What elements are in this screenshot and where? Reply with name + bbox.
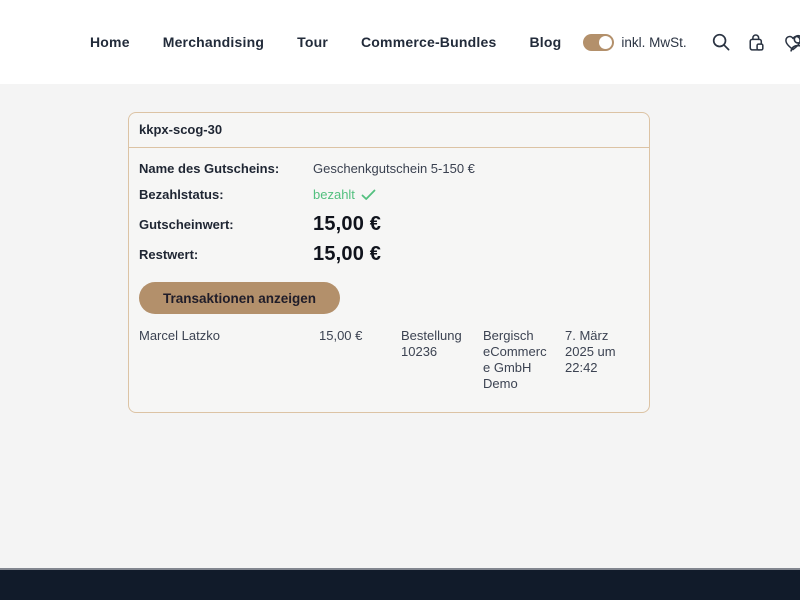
nav-item-blog[interactable]: Blog	[529, 34, 561, 50]
page-footer	[0, 568, 800, 600]
transaction-date: 7. März 2025 um 22:42	[565, 328, 639, 392]
field-value-name: Geschenkgutschein 5-150 €	[313, 161, 475, 176]
show-transactions-button[interactable]: Transaktionen anzeigen	[139, 282, 340, 314]
voucher-value: 15,00 €	[313, 213, 381, 236]
transaction-order: Bestellung 10236	[401, 328, 483, 392]
search-icon[interactable]	[711, 32, 731, 52]
field-row-name: Name des Gutscheins: Geschenkgutschein 5…	[139, 161, 639, 176]
header-actions: inkl. MwSt. P 1660	[583, 30, 800, 55]
shopping-bag-icon[interactable]	[747, 32, 767, 52]
nav-item-tour[interactable]: Tour	[297, 34, 328, 50]
vat-toggle[interactable]	[583, 34, 614, 51]
main-nav: Home Merchandising Tour Commerce-Bundles…	[90, 34, 561, 50]
nav-item-commerce-bundles[interactable]: Commerce-Bundles	[361, 34, 496, 50]
vat-toggle-label: inkl. MwSt.	[621, 35, 686, 50]
field-row-voucher-value: Gutscheinwert: 15,00 €	[139, 213, 639, 236]
check-icon	[361, 189, 376, 201]
field-label-remaining-value: Restwert:	[139, 247, 313, 262]
top-navigation-bar: Home Merchandising Tour Commerce-Bundles…	[0, 0, 800, 84]
payment-status-badge: bezahlt	[313, 187, 376, 202]
field-label-payment-status: Bezahlstatus:	[139, 187, 313, 202]
payment-status-text: bezahlt	[313, 187, 355, 202]
remaining-value: 15,00 €	[313, 243, 381, 266]
transaction-customer-name: Marcel Latzko	[139, 328, 319, 392]
nav-item-home[interactable]: Home	[90, 34, 130, 50]
voucher-card: kkpx-scog-30 Name des Gutscheins: Gesche…	[128, 112, 650, 413]
transaction-amount: 15,00 €	[319, 328, 401, 392]
nav-item-merchandising[interactable]: Merchandising	[163, 34, 264, 50]
field-label-voucher-value: Gutscheinwert:	[139, 217, 313, 232]
field-row-remaining-value: Restwert: 15,00 €	[139, 243, 639, 266]
transaction-company: Bergisch eCommerce GmbH Demo	[483, 328, 565, 392]
transaction-row: Marcel Latzko 15,00 € Bestellung 10236 B…	[139, 328, 639, 392]
vat-toggle-knob	[599, 36, 612, 49]
voucher-card-body: Name des Gutscheins: Geschenkgutschein 5…	[129, 148, 649, 412]
account-icon[interactable]	[787, 32, 800, 54]
voucher-code: kkpx-scog-30	[139, 122, 222, 137]
field-row-payment-status: Bezahlstatus: bezahlt	[139, 187, 639, 202]
voucher-card-header: kkpx-scog-30	[129, 113, 649, 148]
main-content: kkpx-scog-30 Name des Gutscheins: Gesche…	[0, 84, 800, 568]
field-label-name: Name des Gutscheins:	[139, 161, 313, 176]
